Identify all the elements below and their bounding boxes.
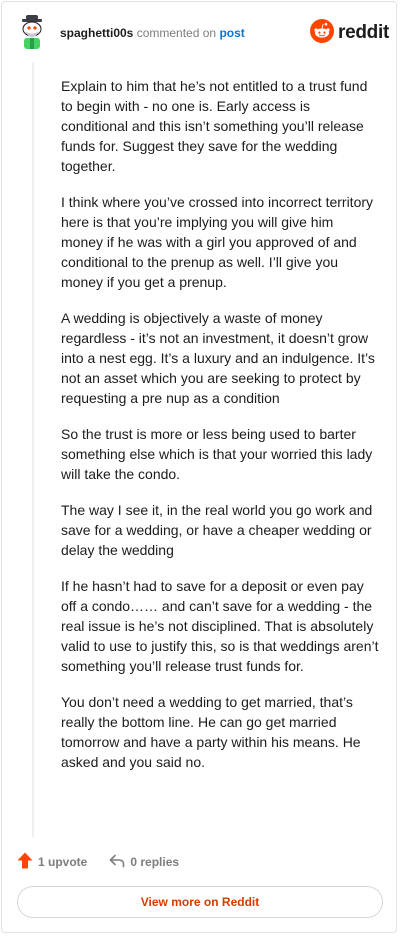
reddit-brand-link[interactable]: reddit xyxy=(310,18,389,48)
snoo-avatar-icon[interactable] xyxy=(14,14,50,50)
view-more-button[interactable]: View more on Reddit xyxy=(17,886,383,918)
upvote-count: 1 upvote xyxy=(38,855,88,869)
reply-count: 0 replies xyxy=(130,855,180,869)
upvote-button[interactable]: 1 upvote xyxy=(17,852,87,872)
upvote-arrow-icon xyxy=(17,852,38,872)
comment-body: Explain to him that he’s not entitled to… xyxy=(61,76,379,788)
reply-button[interactable]: 0 replies xyxy=(109,854,179,871)
thread-line[interactable] xyxy=(32,62,34,837)
reddit-logo-icon xyxy=(310,18,334,48)
comment-paragraph: So the trust is more or less being used … xyxy=(61,426,373,482)
post-link[interactable]: post xyxy=(219,26,244,40)
comment-paragraph: Explain to him that he’s not entitled to… xyxy=(61,78,368,174)
reddit-wordmark: reddit xyxy=(338,22,389,43)
reply-arrow-icon xyxy=(109,854,130,871)
comment-paragraph: A wedding is objectively a waste of mone… xyxy=(61,310,375,406)
comment-paragraph: I think where you’ve crossed into incorr… xyxy=(61,194,374,290)
comment-paragraph: The way I see it, in the real world you … xyxy=(61,502,373,558)
comment-actions: 1 upvote 0 replies xyxy=(17,852,201,872)
username-link[interactable]: spaghetti00s xyxy=(60,26,133,40)
comment-header: spaghetti00s commented on post reddit xyxy=(0,0,398,62)
comment-meta: spaghetti00s commented on post xyxy=(60,25,245,41)
action-text: commented on xyxy=(136,26,217,40)
comment-paragraph: If he hasn’t had to save for a deposit o… xyxy=(61,578,379,674)
comment-paragraph: You don’t need a wedding to get married,… xyxy=(61,694,361,770)
